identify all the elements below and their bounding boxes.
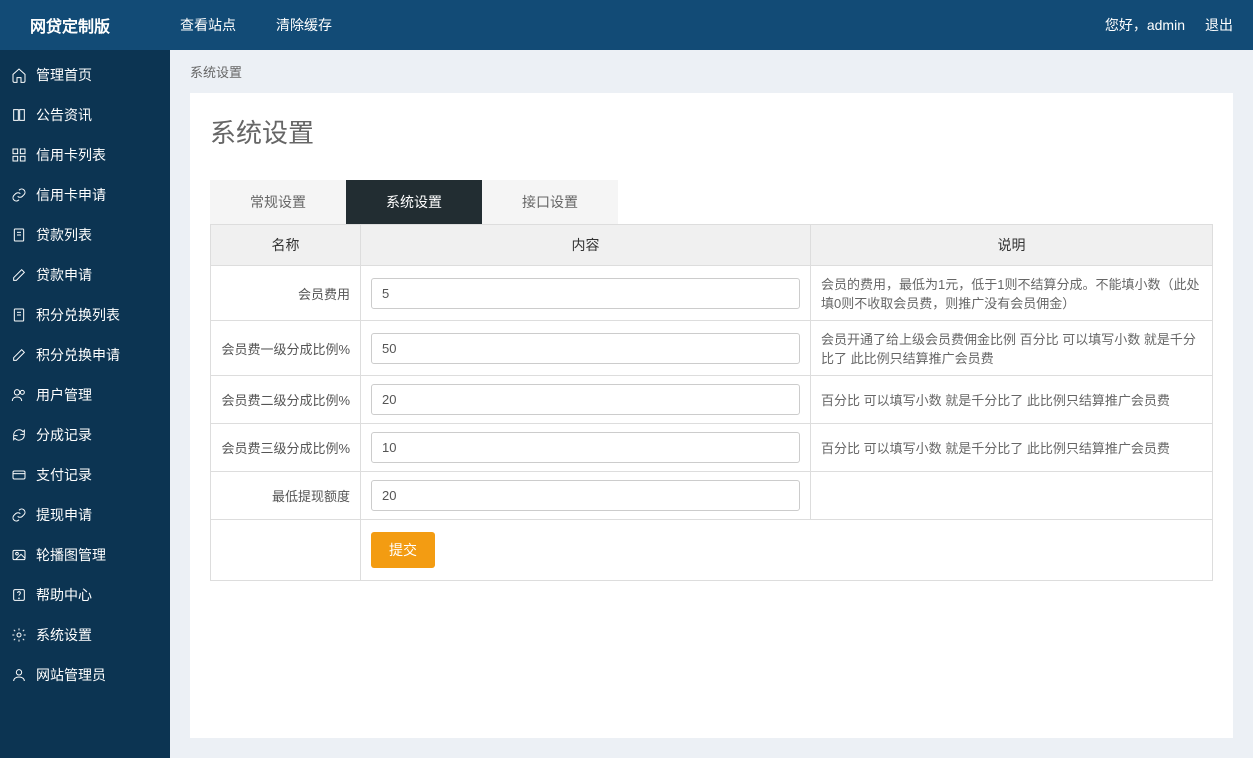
refresh-icon <box>10 426 28 444</box>
sidebar-item-14[interactable]: 系统设置 <box>0 615 170 655</box>
top-bar: 网贷定制版 查看站点 清除缓存 您好，admin 退出 <box>0 0 1253 50</box>
row-label: 会员费三级分成比例% <box>211 424 361 472</box>
table-row: 会员费一级分成比例% 会员开通了给上级会员费佣金比例 百分比 可以填写小数 就是… <box>211 321 1213 376</box>
brand: 网贷定制版 <box>30 13 110 37</box>
sidebar-item-label: 帮助中心 <box>36 585 92 605</box>
sidebar-item-0[interactable]: 管理首页 <box>0 55 170 95</box>
tab-2[interactable]: 接口设置 <box>482 180 618 224</box>
user-icon <box>10 666 28 684</box>
main: 系统设置 系统设置 常规设置系统设置接口设置 名称 内容 说明 会员费用 会员的… <box>170 50 1253 758</box>
row-label: 会员费一级分成比例% <box>211 321 361 376</box>
sidebar-item-label: 积分兑换申请 <box>36 345 120 365</box>
row-desc: 会员的费用，最低为1元，低于1则不结算分成。不能填小数（此处填0则不收取会员费，… <box>811 266 1213 321</box>
layout: 管理首页公告资讯信用卡列表信用卡申请贷款列表贷款申请积分兑换列表积分兑换申请用户… <box>0 50 1253 758</box>
sidebar-item-label: 贷款申请 <box>36 265 92 285</box>
row-input-cell <box>361 424 811 472</box>
tab-1[interactable]: 系统设置 <box>346 180 482 224</box>
row-input-0[interactable] <box>371 278 800 309</box>
settings-table: 名称 内容 说明 会员费用 会员的费用，最低为1元，低于1则不结算分成。不能填小… <box>210 224 1213 581</box>
row-desc: 百分比 可以填写小数 就是千分比了 此比例只结算推广会员费 <box>811 424 1213 472</box>
sidebar-item-label: 支付记录 <box>36 465 92 485</box>
tab-0[interactable]: 常规设置 <box>210 180 346 224</box>
row-desc <box>811 472 1213 520</box>
th-name: 名称 <box>211 225 361 266</box>
row-desc: 百分比 可以填写小数 就是千分比了 此比例只结算推广会员费 <box>811 376 1213 424</box>
sidebar-item-label: 用户管理 <box>36 385 92 405</box>
sidebar-item-2[interactable]: 信用卡列表 <box>0 135 170 175</box>
link-icon <box>10 186 28 204</box>
gear-icon <box>10 626 28 644</box>
sidebar-item-1[interactable]: 公告资讯 <box>0 95 170 135</box>
submit-button[interactable]: 提交 <box>371 532 435 568</box>
sidebar-item-label: 分成记录 <box>36 425 92 445</box>
home-icon <box>10 66 28 84</box>
row-input-cell <box>361 472 811 520</box>
table-row: 会员费二级分成比例% 百分比 可以填写小数 就是千分比了 此比例只结算推广会员费 <box>211 376 1213 424</box>
row-input-cell <box>361 376 811 424</box>
sidebar-item-label: 公告资讯 <box>36 105 92 125</box>
nav-view-site[interactable]: 查看站点 <box>160 0 256 50</box>
sidebar-item-3[interactable]: 信用卡申请 <box>0 175 170 215</box>
sidebar-item-4[interactable]: 贷款列表 <box>0 215 170 255</box>
sidebar-item-10[interactable]: 支付记录 <box>0 455 170 495</box>
sidebar-item-9[interactable]: 分成记录 <box>0 415 170 455</box>
book-icon <box>10 106 28 124</box>
sidebar-item-label: 管理首页 <box>36 65 92 85</box>
sidebar-item-label: 提现申请 <box>36 505 92 525</box>
sidebar-item-label: 信用卡申请 <box>36 185 106 205</box>
sidebar-item-label: 积分兑换列表 <box>36 305 120 325</box>
greeting: 您好，admin <box>1105 15 1185 35</box>
card-icon <box>10 466 28 484</box>
sidebar-item-13[interactable]: 帮助中心 <box>0 575 170 615</box>
row-input-3[interactable] <box>371 432 800 463</box>
sidebar-item-label: 系统设置 <box>36 625 92 645</box>
sidebar: 管理首页公告资讯信用卡列表信用卡申请贷款列表贷款申请积分兑换列表积分兑换申请用户… <box>0 50 170 758</box>
row-label: 最低提现额度 <box>211 472 361 520</box>
file-icon <box>10 306 28 324</box>
sidebar-item-8[interactable]: 用户管理 <box>0 375 170 415</box>
sidebar-item-label: 轮播图管理 <box>36 545 106 565</box>
help-icon <box>10 586 28 604</box>
row-label: 会员费二级分成比例% <box>211 376 361 424</box>
th-content: 内容 <box>361 225 811 266</box>
table-row-submit: 提交 <box>211 520 1213 581</box>
empty-cell <box>211 520 361 581</box>
sidebar-item-6[interactable]: 积分兑换列表 <box>0 295 170 335</box>
edit-icon <box>10 346 28 364</box>
top-right: 您好，admin 退出 <box>1085 15 1233 35</box>
users-icon <box>10 386 28 404</box>
sidebar-item-label: 贷款列表 <box>36 225 92 245</box>
logout-link[interactable]: 退出 <box>1205 15 1233 35</box>
sidebar-item-7[interactable]: 积分兑换申请 <box>0 335 170 375</box>
sidebar-item-12[interactable]: 轮播图管理 <box>0 535 170 575</box>
image-icon <box>10 546 28 564</box>
sidebar-item-5[interactable]: 贷款申请 <box>0 255 170 295</box>
file-icon <box>10 226 28 244</box>
submit-cell: 提交 <box>361 520 1213 581</box>
grid-icon <box>10 146 28 164</box>
sidebar-item-label: 网站管理员 <box>36 665 106 685</box>
table-row: 会员费三级分成比例% 百分比 可以填写小数 就是千分比了 此比例只结算推广会员费 <box>211 424 1213 472</box>
edit-icon <box>10 266 28 284</box>
row-input-2[interactable] <box>371 384 800 415</box>
breadcrumb: 系统设置 <box>170 50 1253 93</box>
content: 系统设置 常规设置系统设置接口设置 名称 内容 说明 会员费用 会员的费用，最低… <box>190 93 1233 738</box>
row-input-cell <box>361 266 811 321</box>
table-row: 会员费用 会员的费用，最低为1元，低于1则不结算分成。不能填小数（此处填0则不收… <box>211 266 1213 321</box>
table-row: 最低提现额度 <box>211 472 1213 520</box>
row-desc: 会员开通了给上级会员费佣金比例 百分比 可以填写小数 就是千分比了 此比例只结算… <box>811 321 1213 376</box>
top-nav: 查看站点 清除缓存 <box>160 0 1085 50</box>
nav-clear-cache[interactable]: 清除缓存 <box>256 0 352 50</box>
sidebar-item-label: 信用卡列表 <box>36 145 106 165</box>
tabs: 常规设置系统设置接口设置 <box>210 180 1213 225</box>
page-title: 系统设置 <box>210 113 1213 150</box>
th-desc: 说明 <box>811 225 1213 266</box>
row-input-4[interactable] <box>371 480 800 511</box>
link-icon <box>10 506 28 524</box>
row-input-1[interactable] <box>371 333 800 364</box>
row-input-cell <box>361 321 811 376</box>
row-label: 会员费用 <box>211 266 361 321</box>
sidebar-item-11[interactable]: 提现申请 <box>0 495 170 535</box>
sidebar-item-15[interactable]: 网站管理员 <box>0 655 170 695</box>
